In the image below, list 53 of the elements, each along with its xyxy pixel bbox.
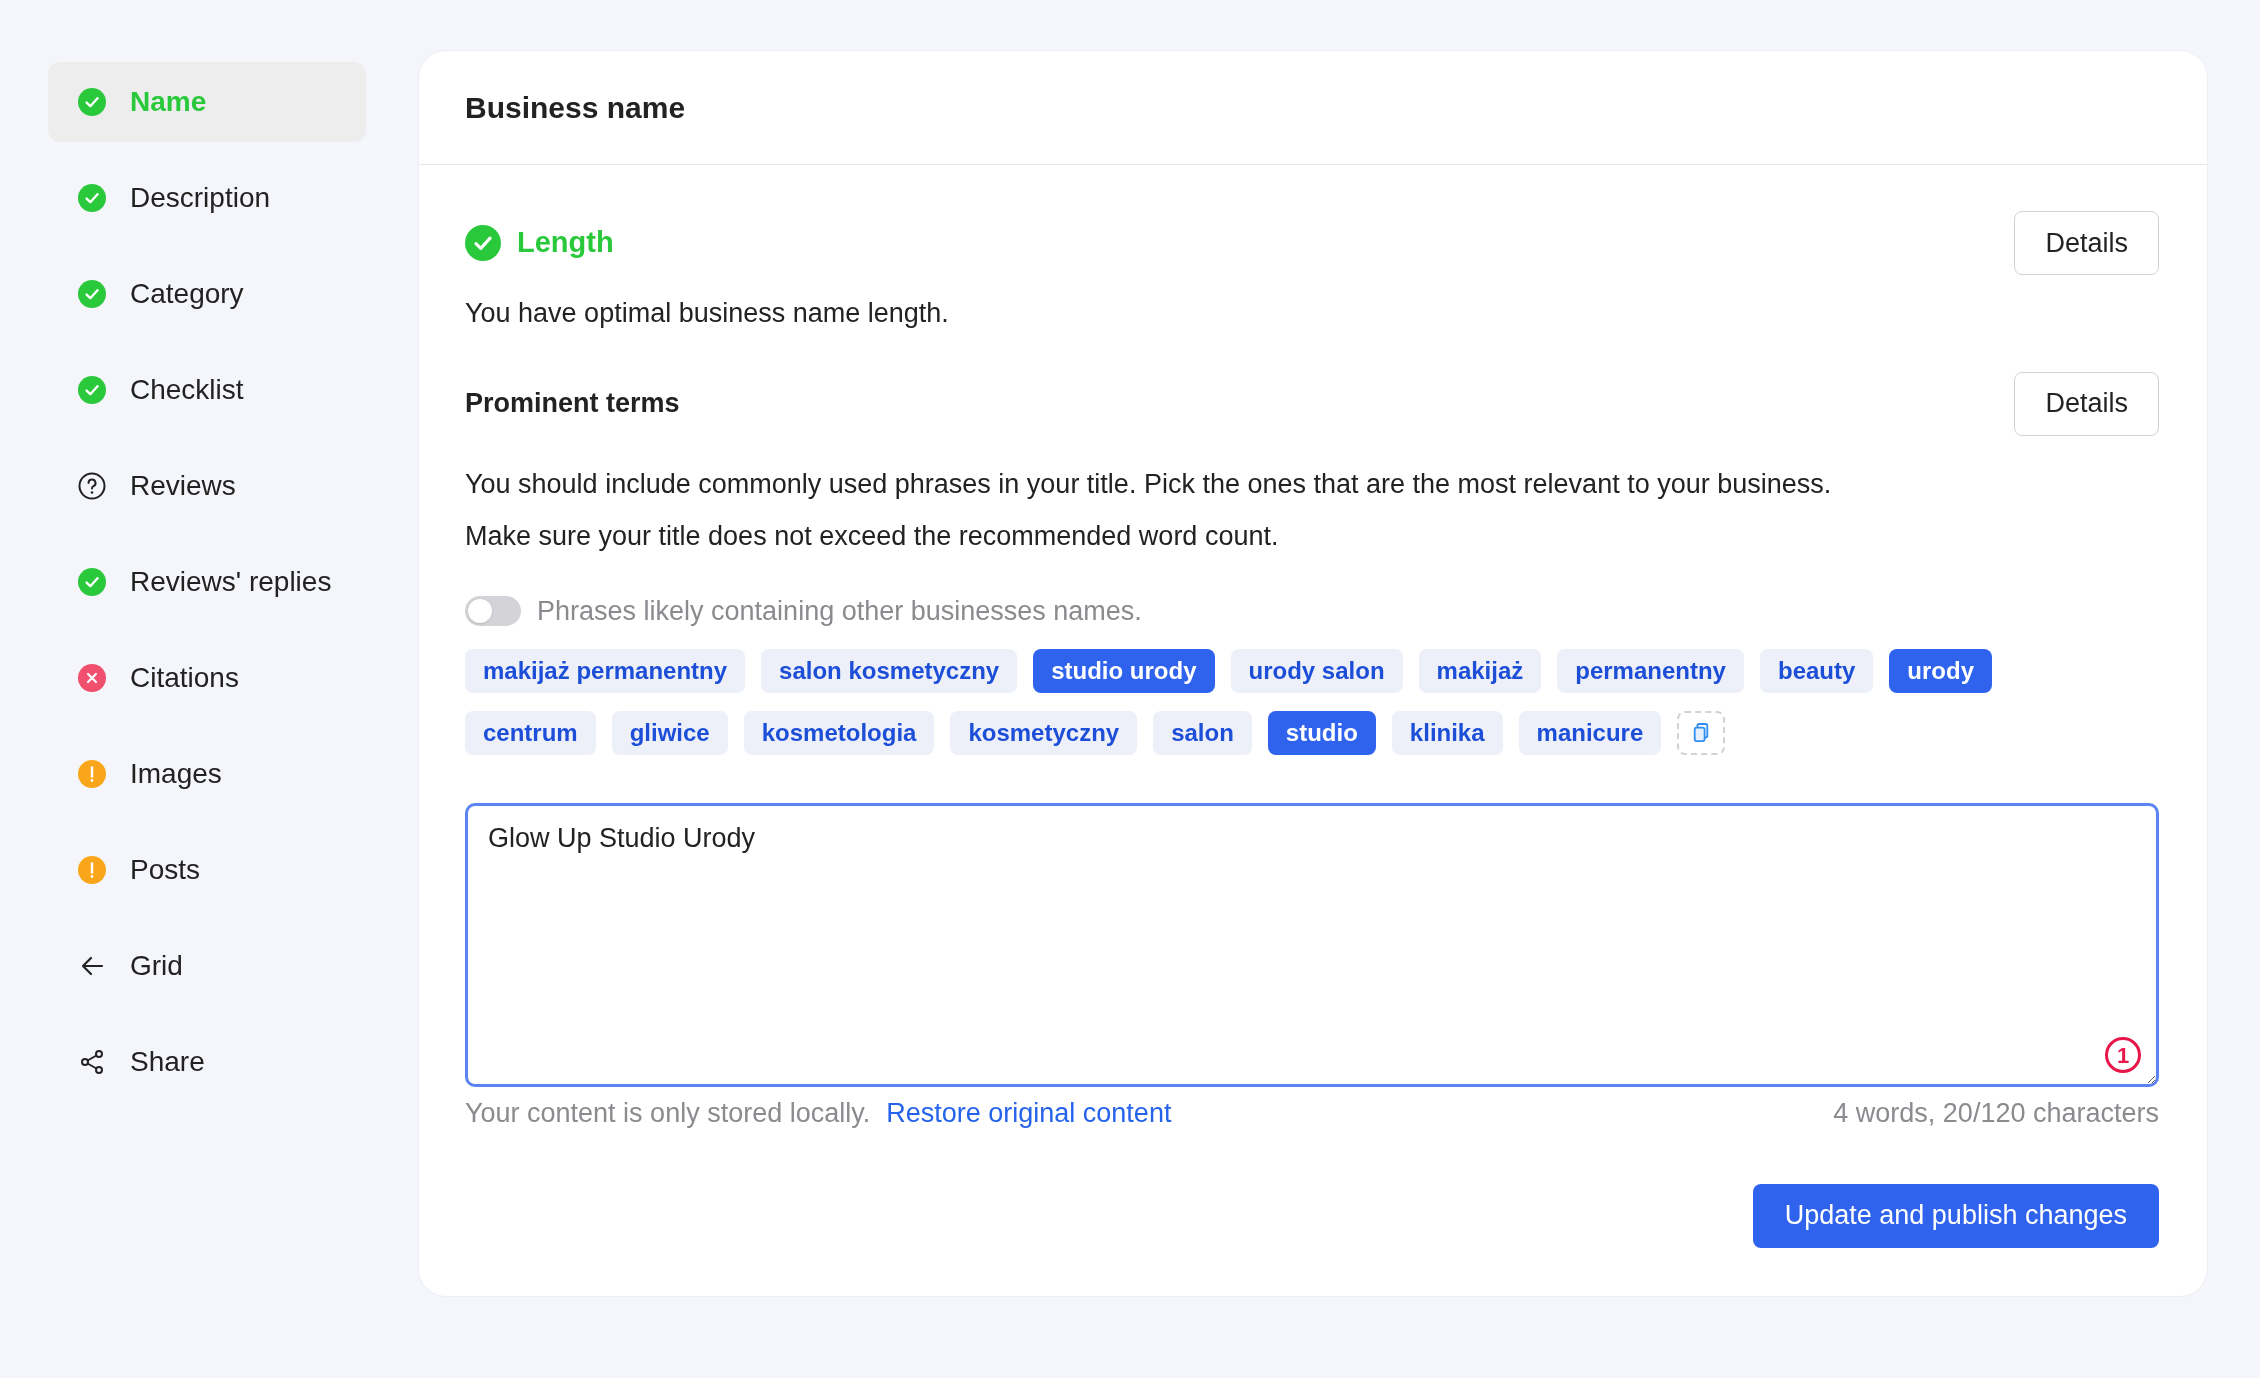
phrase-tag[interactable]: urody xyxy=(1889,649,1992,693)
phrase-tag[interactable]: klinika xyxy=(1391,711,1503,755)
card-title: Business name xyxy=(465,90,686,126)
publish-button[interactable]: Update and publish changes xyxy=(1752,1183,2159,1248)
phrase-tag[interactable]: centrum xyxy=(465,711,596,755)
check-circle-icon xyxy=(78,184,106,212)
phrase-tag[interactable]: salon xyxy=(1153,711,1252,755)
sidebar-item[interactable]: Reviews' replies xyxy=(48,542,366,622)
phrase-tag[interactable]: gliwice xyxy=(611,711,728,755)
sidebar-item[interactable]: Grid xyxy=(48,926,366,1006)
issue-count-badge: 1 xyxy=(2105,1037,2141,1073)
sidebar-item[interactable]: Checklist xyxy=(48,350,366,430)
sidebar-item[interactable]: Reviews xyxy=(48,446,366,526)
phrase-tag[interactable]: manicure xyxy=(1518,711,1662,755)
share-icon xyxy=(78,1048,106,1076)
question-circle-icon xyxy=(78,472,106,500)
phrase-tag[interactable]: makijaż xyxy=(1418,649,1542,693)
sidebar-item[interactable]: Share xyxy=(48,1022,366,1102)
phrase-tag[interactable]: studio urody xyxy=(1033,649,1215,693)
character-counter: 4 words, 20/120 characters xyxy=(1833,1097,2159,1130)
phrase-tag[interactable]: studio xyxy=(1267,711,1376,755)
copy-button[interactable] xyxy=(1677,711,1726,755)
phrase-tag[interactable]: salon kosmetyczny xyxy=(761,649,1018,693)
check-circle-icon xyxy=(78,568,106,596)
length-message: You have optimal business name length. xyxy=(465,297,950,330)
check-circle-icon xyxy=(78,88,106,116)
sidebar-item[interactable]: Posts xyxy=(48,830,366,910)
sidebar-item[interactable]: Category xyxy=(48,254,366,334)
check-circle-icon xyxy=(78,376,106,404)
restore-link[interactable]: Restore original content xyxy=(886,1093,1172,1134)
toggle-switch[interactable] xyxy=(465,595,521,626)
instruction-text: Make sure your title does not exceed the recommended word count. xyxy=(465,520,1280,553)
storage-note: Your content is only stored locally. xyxy=(465,1097,871,1130)
phrase-tag[interactable]: makijaż permanentny xyxy=(465,649,746,693)
phrase-tag[interactable]: permanentny xyxy=(1557,649,1744,693)
warning-circle-icon xyxy=(78,856,106,884)
details-button[interactable]: Details xyxy=(2014,211,2159,275)
section-title: Length xyxy=(517,225,614,261)
copy-icon xyxy=(1692,722,1711,744)
check-circle-icon xyxy=(78,280,106,308)
instruction-text: You should include commonly used phrases in your title. Pick the ones that are the most relevant to your business. xyxy=(465,467,1833,501)
sidebar-item[interactable]: Description xyxy=(48,158,366,238)
phrase-tag[interactable]: kosmetyczny xyxy=(950,711,1138,755)
sidebar-item[interactable]: Citations xyxy=(48,638,366,718)
section-title: Prominent terms xyxy=(465,387,680,421)
phrase-tag[interactable]: kosmetologia xyxy=(743,711,935,755)
warning-circle-icon xyxy=(78,760,106,788)
sidebar-item[interactable]: Images xyxy=(48,734,366,814)
phrase-tag[interactable]: beauty xyxy=(1759,649,1874,693)
error-circle-icon xyxy=(78,664,106,692)
toggle-label: Phrases likely containing other businesses names. xyxy=(537,594,1142,628)
details-button[interactable]: Details xyxy=(2014,371,2159,436)
phrase-tag[interactable]: urody salon xyxy=(1230,649,1403,693)
